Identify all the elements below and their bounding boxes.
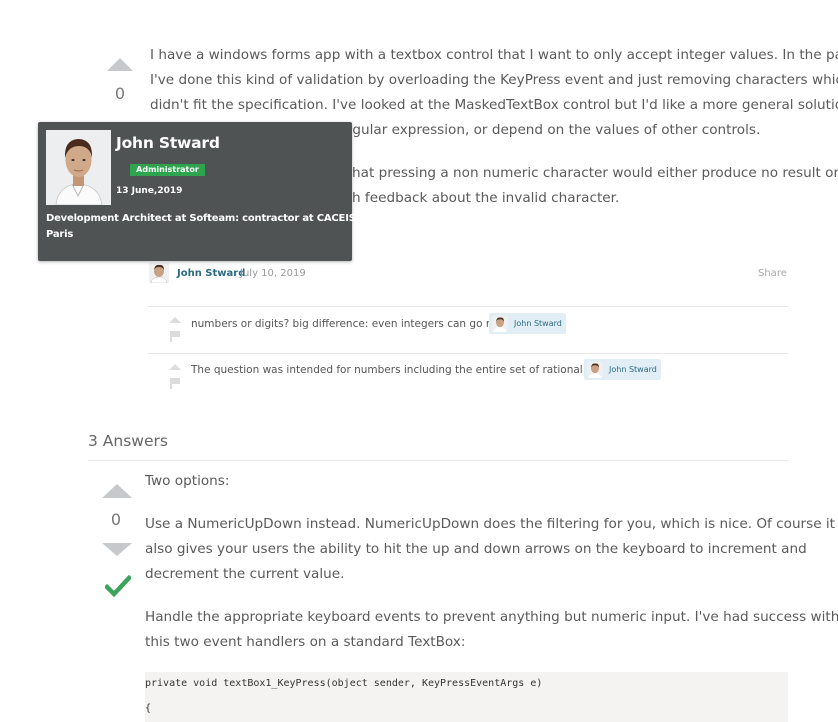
answer-option1-line-2: also gives your users the ability to hit… — [145, 541, 807, 557]
answer-vote-down-arrow[interactable] — [102, 543, 132, 556]
code-line-1: private void textBox1_KeyPress(object se… — [145, 678, 543, 689]
author-avatar-image — [149, 263, 169, 283]
profile-popup-role-badge: Administrator — [130, 164, 205, 176]
profile-popup-name[interactable]: John Stward — [116, 134, 220, 152]
comment-1-upvote-icon[interactable] — [169, 317, 181, 323]
comment-2-user-name: John Stward — [609, 365, 657, 374]
author-avatar[interactable] — [149, 263, 169, 283]
profile-popup-bio-line-1: Development Architect at Softeam: contra… — [46, 213, 356, 224]
code-line-2: { — [145, 703, 152, 714]
profile-popup-avatar[interactable] — [46, 130, 111, 205]
answers-heading: 3 Answers — [88, 432, 168, 450]
divider — [148, 353, 788, 354]
question-body-line-3: didn't fit the specification. I've looke… — [150, 97, 838, 113]
profile-popup-bio-line-2: Paris — [46, 229, 74, 240]
question-vote-count: 0 — [114, 84, 126, 103]
question-date: July 10, 2019 — [240, 268, 306, 279]
share-link[interactable]: Share — [758, 268, 787, 279]
question-body-line-6: h feedback about the invalid character. — [352, 190, 620, 206]
comment-2-user-chip[interactable]: John Stward — [584, 359, 661, 380]
comment-1-user-avatar — [492, 315, 508, 332]
answer-option1-line-1: Use a NumericUpDown instead. NumericUpDo… — [145, 516, 836, 532]
answer-vote-up-arrow[interactable] — [102, 484, 132, 498]
code-block: private void textBox1_KeyPress(object se… — [145, 672, 788, 722]
question-vote-up-arrow[interactable] — [107, 58, 133, 71]
question-body-line-4: egular expression, or depend on the valu… — [344, 122, 761, 138]
comment-1-user-chip[interactable]: John Stward — [489, 313, 566, 334]
question-body-line-2: I've done this kind of validation by ove… — [150, 72, 838, 88]
comment-2-upvote-icon[interactable] — [169, 364, 181, 370]
comment-1-text: numbers or digits? big difference: even … — [191, 318, 532, 330]
comment-2-flag-icon[interactable] — [170, 378, 180, 389]
question-body-line-5: hat pressing a non numeric character wou… — [352, 165, 838, 181]
answer-option2-line-2: this two event handlers on a standard Te… — [145, 634, 466, 650]
comment-1-user-name: John Stward — [514, 319, 562, 328]
divider — [148, 306, 788, 307]
answer-option1-line-3: decrement the current value. — [145, 566, 345, 582]
answer-intro: Two options: — [145, 473, 230, 489]
profile-popup-joined-date: 13 June,2019 — [116, 186, 183, 196]
answer-vote-count: 0 — [110, 510, 122, 529]
question-body-line-1: I have a windows forms app with a textbo… — [150, 47, 838, 63]
accepted-checkmark-icon — [103, 574, 133, 601]
profile-popup-card: John Stward Administrator 13 June,2019 D… — [38, 122, 356, 261]
comment-2-user-avatar — [587, 361, 603, 378]
question-author-name[interactable]: John Stward — [177, 268, 245, 279]
comment-1-flag-icon[interactable] — [170, 331, 180, 342]
answers-divider — [88, 460, 788, 461]
answer-option2-line-1: Handle the appropriate keyboard events t… — [145, 609, 838, 625]
comment-2-text: The question was intended for numbers in… — [191, 364, 636, 376]
